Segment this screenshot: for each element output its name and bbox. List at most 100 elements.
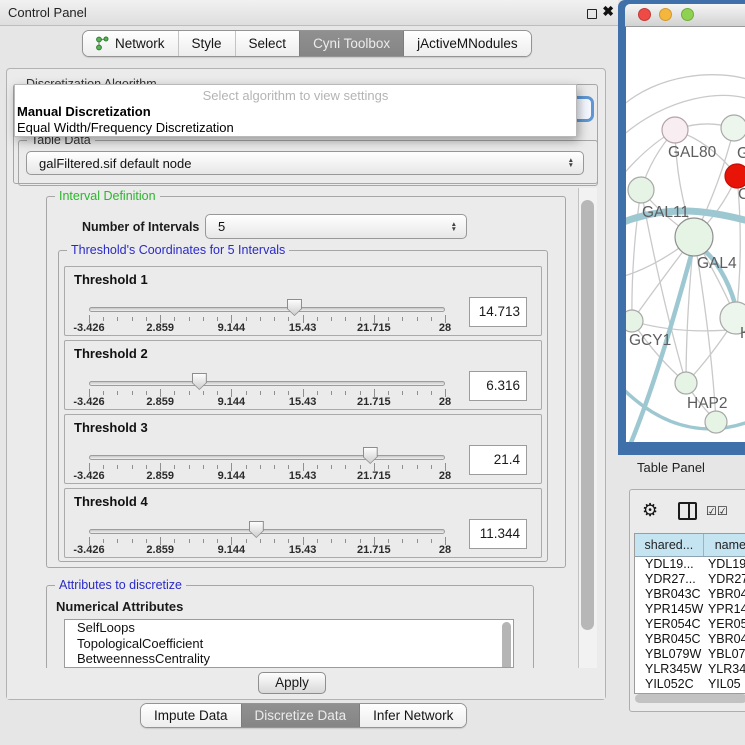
- network-node-c[interactable]: [725, 164, 745, 188]
- network-node-gal11[interactable]: [628, 177, 654, 203]
- table-cell[interactable]: YDL19: [704, 557, 745, 572]
- network-canvas[interactable]: GAL80GACGAL11GAL4GCY1HHAP2: [626, 27, 745, 442]
- apply-button[interactable]: Apply: [258, 672, 326, 694]
- attribute-item-betweennesscentrality[interactable]: BetweennessCentrality: [65, 651, 513, 667]
- panel-vertical-scrollbar-thumb[interactable]: [581, 200, 594, 630]
- select-all-checkbox-icon[interactable]: ☑: [706, 504, 717, 518]
- table-row[interactable]: YPR145WYPR14: [635, 602, 745, 617]
- slider-track[interactable]: [89, 455, 445, 460]
- table-row[interactable]: YIL052CYIL05: [635, 677, 745, 692]
- table-cell[interactable]: YBR04: [704, 587, 745, 602]
- table-row[interactable]: YBR043CYBR04: [635, 587, 745, 602]
- attributes-list-scrollbar-thumb[interactable]: [502, 622, 511, 668]
- threshold-value-field[interactable]: 6.316: [469, 371, 527, 401]
- network-node-label: HAP2: [687, 395, 728, 412]
- slider-thumb[interactable]: [287, 299, 302, 316]
- network-node-label: H: [740, 325, 745, 342]
- table-row[interactable]: YBL079WYBL07: [635, 647, 745, 662]
- threshold-value-field[interactable]: 14.713: [469, 297, 527, 327]
- threshold-value-field[interactable]: 21.4: [469, 445, 527, 475]
- slider-track[interactable]: [89, 381, 445, 386]
- table-cell[interactable]: YIL05: [704, 677, 745, 692]
- bottom-tab-bar: Impute Data Discretize Data Infer Network: [140, 703, 467, 728]
- slider-track[interactable]: [89, 529, 445, 534]
- table-cell[interactable]: YBR043C: [635, 587, 704, 602]
- table-cell[interactable]: YBL07: [704, 647, 745, 662]
- zoom-traffic-light[interactable]: [681, 8, 694, 21]
- network-node-hap2[interactable]: [675, 372, 697, 394]
- network-window-titlebar[interactable]: [625, 4, 745, 27]
- column-header-name[interactable]: name: [704, 534, 745, 556]
- column-browse-icon[interactable]: [678, 502, 697, 520]
- float-window-icon[interactable]: [587, 9, 597, 19]
- table-cell[interactable]: YPR145W: [635, 602, 704, 617]
- popup-placeholder-option[interactable]: Select algorithm to view settings: [15, 87, 576, 104]
- slider-track[interactable]: [89, 307, 445, 312]
- network-node-label: GAL11: [642, 204, 689, 221]
- table-row[interactable]: YER054CYER05: [635, 617, 745, 632]
- attribute-item-selfloops[interactable]: SelfLoops: [65, 620, 513, 636]
- table-cell[interactable]: YPR14: [704, 602, 745, 617]
- table-row[interactable]: YLR345WYLR34: [635, 662, 745, 677]
- table-data-combo[interactable]: galFiltered.sif default node ▲▼: [26, 151, 584, 175]
- table-cell[interactable]: YDL19...: [635, 557, 704, 572]
- slider-thumb[interactable]: [249, 521, 264, 538]
- table-cell[interactable]: YDR27: [704, 572, 745, 587]
- number-of-intervals-combo[interactable]: 5 ▲▼: [205, 214, 467, 239]
- tab-impute-data[interactable]: Impute Data: [141, 704, 241, 727]
- network-edge[interactable]: [626, 75, 745, 107]
- tab-label: Infer Network: [373, 708, 453, 723]
- close-traffic-light[interactable]: [638, 8, 651, 21]
- network-node-ga[interactable]: [721, 115, 745, 141]
- network-node-gal4[interactable]: [675, 218, 713, 256]
- tab-cyni-toolbox[interactable]: Cyni Toolbox: [299, 31, 403, 56]
- network-node-gcy1[interactable]: [626, 310, 643, 332]
- table-cell[interactable]: YBR045C: [635, 632, 704, 647]
- table-cell[interactable]: YBL079W: [635, 647, 704, 662]
- numerical-attributes-label: Numerical Attributes: [56, 599, 183, 614]
- table-cell[interactable]: YLR34: [704, 662, 745, 677]
- slider-thumb[interactable]: [363, 447, 378, 464]
- thresholds-group-label: Threshold's Coordinates for 5 Intervals: [67, 243, 289, 257]
- deselect-all-checkbox-icon[interactable]: ☑: [717, 504, 728, 518]
- table-cell[interactable]: YBR04: [704, 632, 745, 647]
- minimize-traffic-light[interactable]: [659, 8, 672, 21]
- tab-infer-network[interactable]: Infer Network: [359, 704, 466, 727]
- table-row[interactable]: YDL19...YDL19: [635, 557, 745, 572]
- tab-network[interactable]: Network: [83, 31, 178, 56]
- slider-thumb[interactable]: [192, 373, 207, 390]
- node-attribute-table: shared...name YDL19...YDL19YDR27...YDR27…: [634, 533, 745, 694]
- threshold-value-field[interactable]: 11.344: [469, 519, 527, 549]
- column-header-shared-name[interactable]: shared...: [635, 534, 704, 556]
- tab-jactivemnodules[interactable]: jActiveMNodules: [403, 31, 531, 56]
- algorithm-option-manual-discretization[interactable]: Manual Discretization: [15, 104, 576, 120]
- tab-select[interactable]: Select: [235, 31, 300, 56]
- network-node-label: C: [738, 186, 745, 203]
- network-node-label: GA: [737, 145, 745, 162]
- table-row[interactable]: YBR045CYBR04: [635, 632, 745, 647]
- table-horizontal-scrollbar-thumb[interactable]: [635, 694, 745, 703]
- table-cell[interactable]: YER054C: [635, 617, 704, 632]
- tab-style[interactable]: Style: [178, 31, 235, 56]
- threshold-panel-1: Threshold 1-3.4262.8599.14415.4321.71528…: [64, 266, 542, 336]
- table-row[interactable]: YDR27...YDR27: [635, 572, 745, 587]
- control-panel-titlebar: Control Panel ✖: [0, 0, 618, 26]
- numerical-attributes-list[interactable]: SelfLoopsTopologicalCoefficientBetweenne…: [64, 619, 514, 668]
- network-graph[interactable]: GAL80GACGAL11GAL4GCY1HHAP2: [626, 27, 745, 442]
- close-icon[interactable]: ✖: [602, 3, 614, 20]
- tab-label: Impute Data: [154, 708, 228, 723]
- gear-icon[interactable]: ⚙: [642, 500, 658, 521]
- tab-discretize-data[interactable]: Discretize Data: [241, 704, 360, 727]
- threshold-panel-2: Threshold 2-3.4262.8599.14415.4321.71528…: [64, 340, 542, 410]
- table-cell[interactable]: YIL052C: [635, 677, 704, 692]
- network-node-gal80[interactable]: [662, 117, 688, 143]
- algorithm-option-equal-width-frequency-discretization[interactable]: Equal Width/Frequency Discretization: [15, 120, 576, 136]
- table-cell[interactable]: YDR27...: [635, 572, 704, 587]
- network-edge[interactable]: [632, 190, 641, 321]
- attribute-item-topologicalcoefficient[interactable]: TopologicalCoefficient: [65, 636, 513, 652]
- table-cell[interactable]: YER05: [704, 617, 745, 632]
- network-node[interactable]: [705, 411, 727, 433]
- network-icon: [96, 36, 109, 51]
- algorithm-dropdown-popup: Select algorithm to view settings Manual…: [14, 84, 577, 137]
- table-cell[interactable]: YLR345W: [635, 662, 704, 677]
